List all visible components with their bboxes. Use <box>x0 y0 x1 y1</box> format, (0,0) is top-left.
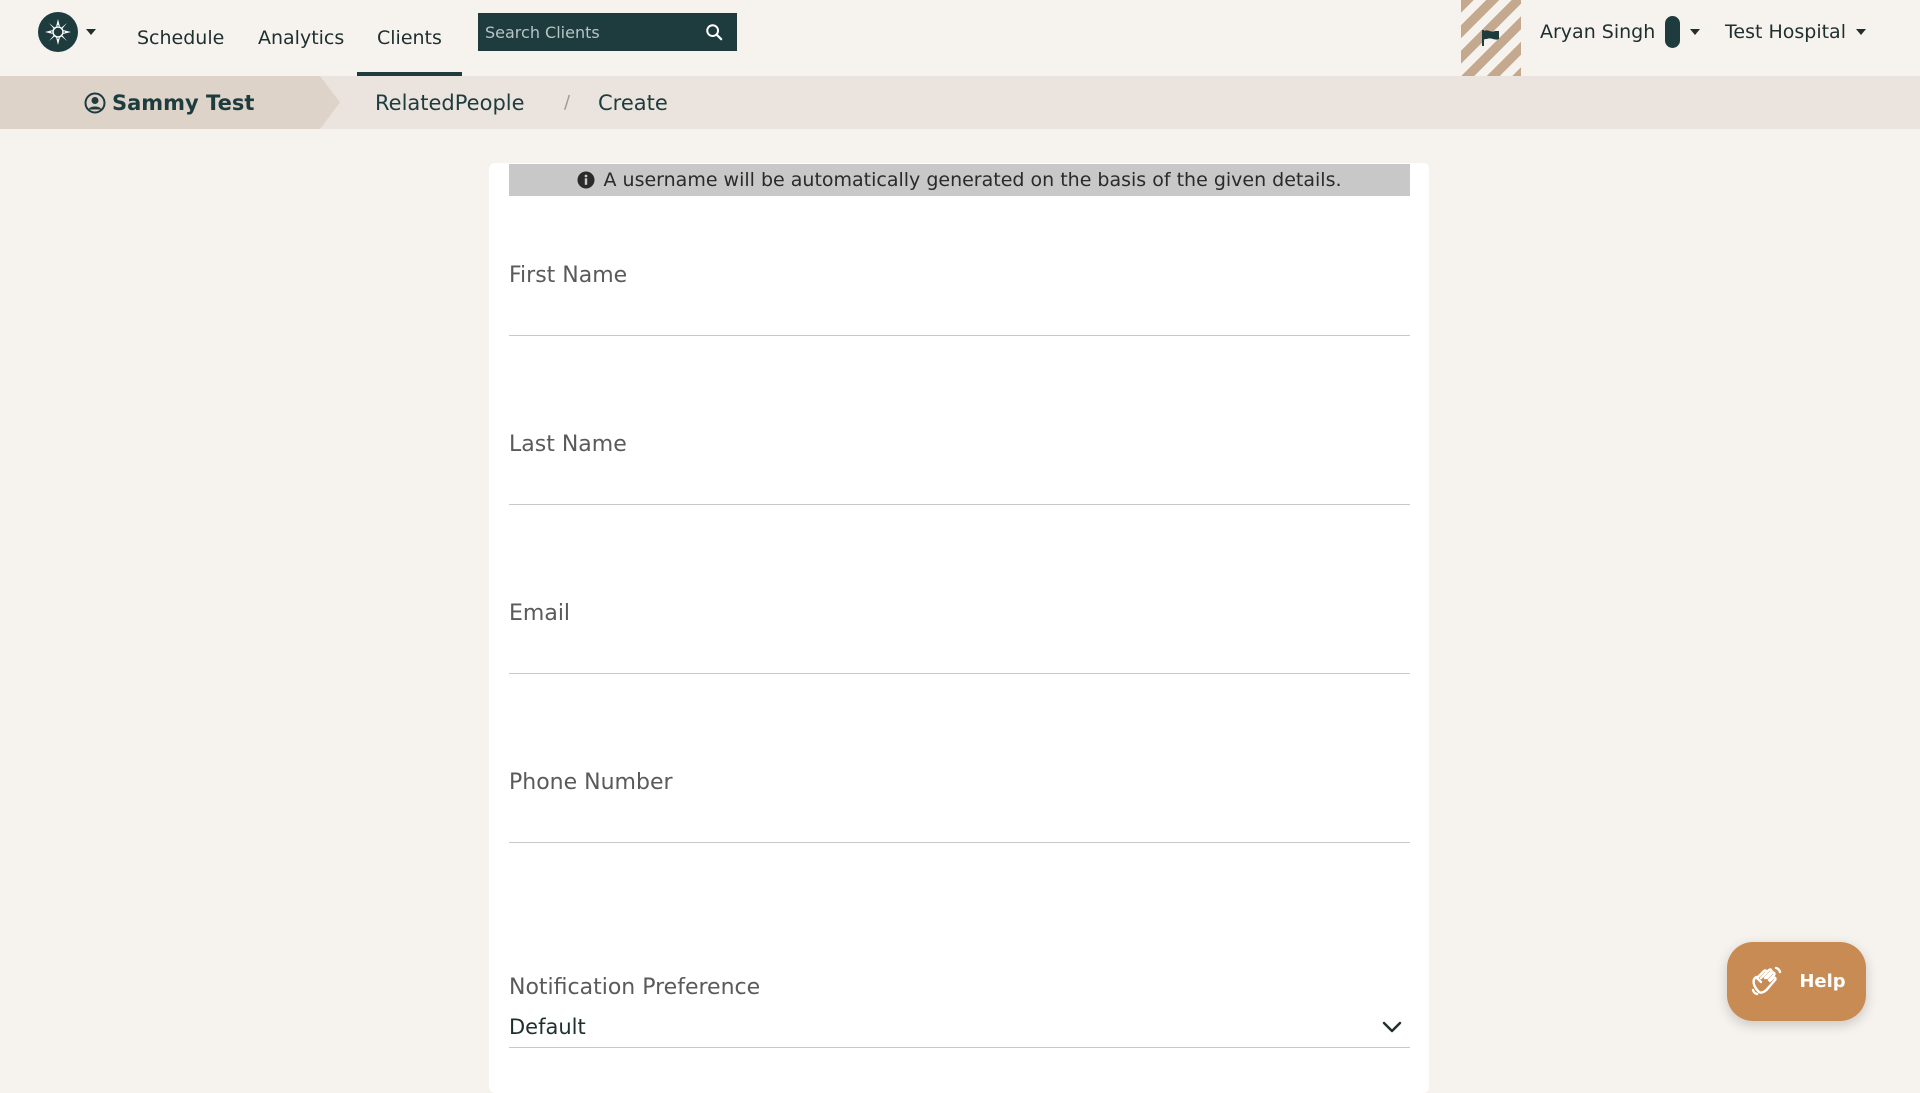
email-input[interactable] <box>509 638 1410 674</box>
email-field: Email <box>509 601 1410 674</box>
chevron-down-icon <box>1690 29 1701 35</box>
last-name-field: Last Name <box>509 432 1410 505</box>
nav-link-schedule[interactable]: Schedule <box>137 0 224 76</box>
waving-hand-icon <box>1752 966 1782 995</box>
user-menu[interactable]: Aryan Singh <box>1540 0 1701 64</box>
nav-link-clients[interactable]: Clients <box>357 0 462 76</box>
top-navbar: Schedule Analytics Clients Aryan Singh T… <box>0 0 1920 76</box>
notification-preference-field: Notification Preference Default <box>509 975 1410 1048</box>
organization-menu[interactable]: Test Hospital <box>1725 0 1866 64</box>
breadcrumb-separator: / <box>564 92 571 113</box>
app-logo-icon <box>38 12 78 52</box>
last-name-label: Last Name <box>509 432 627 457</box>
user-name: Aryan Singh <box>1540 21 1656 43</box>
flag-button[interactable] <box>1461 0 1521 76</box>
chevron-down-icon <box>86 29 96 35</box>
nav-link-analytics[interactable]: Analytics <box>258 0 344 76</box>
flag-icon <box>1482 30 1499 46</box>
chevron-down-icon <box>1855 29 1866 35</box>
user-circle-icon <box>84 92 106 113</box>
breadcrumb-client[interactable]: Sammy Test <box>0 76 340 129</box>
email-label: Email <box>509 601 571 626</box>
breadcrumb-related-people[interactable]: RelatedPeople <box>375 76 525 129</box>
first-name-field: First Name <box>509 263 1410 336</box>
notification-preference-select[interactable]: Default <box>509 1006 1410 1048</box>
notification-preference-value: Default <box>509 1014 586 1039</box>
notification-preference-label: Notification Preference <box>509 975 761 1000</box>
search-icon[interactable] <box>705 23 723 41</box>
organization-name: Test Hospital <box>1725 21 1846 43</box>
create-related-person-form: A username will be automatically generat… <box>489 163 1429 1093</box>
search-input[interactable] <box>485 22 705 42</box>
breadcrumb-client-label: Sammy Test <box>112 90 255 115</box>
chevron-down-icon <box>1382 1021 1402 1032</box>
help-label: Help <box>1799 971 1846 992</box>
first-name-label: First Name <box>509 263 628 288</box>
app-logo-menu[interactable] <box>38 12 96 52</box>
phone-number-field: Phone Number <box>509 770 1410 843</box>
info-message: A username will be automatically generat… <box>603 169 1342 191</box>
help-button[interactable]: Help <box>1727 942 1866 1021</box>
user-avatar <box>1665 16 1681 48</box>
first-name-input[interactable] <box>509 300 1410 336</box>
breadcrumb-current: Create <box>598 90 668 115</box>
client-search <box>478 13 737 51</box>
last-name-input[interactable] <box>509 469 1410 505</box>
phone-number-input[interactable] <box>509 807 1410 843</box>
breadcrumb: Sammy Test RelatedPeople / Create <box>0 76 1920 129</box>
info-icon <box>577 171 595 189</box>
info-banner: A username will be automatically generat… <box>509 164 1410 196</box>
phone-number-label: Phone Number <box>509 770 673 795</box>
